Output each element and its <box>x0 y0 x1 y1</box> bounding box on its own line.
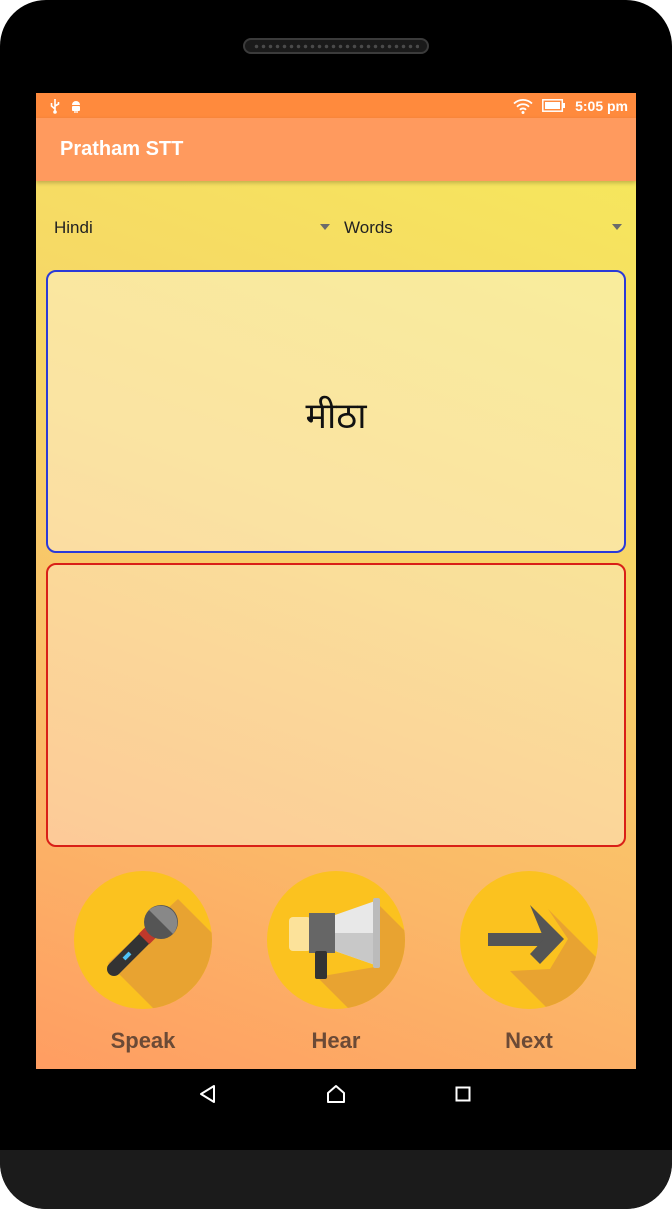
earpiece-speaker <box>243 38 429 54</box>
target-word: मीठा <box>305 396 367 437</box>
target-word-card: मीठा <box>46 270 626 553</box>
app-screen: 5:05 pm Pratham STT Hindi Words मीठा Spe… <box>36 93 636 1069</box>
wifi-icon <box>513 98 533 114</box>
hear-button[interactable] <box>267 871 405 1009</box>
app-bar: Pratham STT <box>36 118 636 181</box>
language-spinner-value: Hindi <box>54 218 93 237</box>
language-spinner[interactable]: Hindi <box>54 213 330 241</box>
mode-spinner-value: Words <box>344 218 393 237</box>
status-time: 5:05 pm <box>575 97 628 114</box>
mode-spinner[interactable]: Words <box>344 213 622 241</box>
arrow-right-icon <box>488 905 598 1009</box>
usb-icon <box>50 98 60 114</box>
speak-label: Speak <box>110 1028 176 1053</box>
dropdown-arrow-icon <box>320 224 330 230</box>
status-bar: 5:05 pm <box>36 93 636 118</box>
navigation-bar <box>36 1069 636 1119</box>
phone-frame: 5:05 pm Pratham STT Hindi Words मीठा Spe… <box>0 0 672 1209</box>
next-button[interactable] <box>460 871 598 1009</box>
dropdown-arrow-icon <box>612 224 622 230</box>
back-icon[interactable] <box>193 1079 223 1109</box>
next-label: Next <box>505 1028 553 1053</box>
hear-label: Hear <box>311 1028 361 1053</box>
recognized-text-card <box>46 563 626 847</box>
phone-chin <box>0 1150 672 1209</box>
speak-button[interactable] <box>74 871 212 1009</box>
android-debug-icon <box>72 100 80 113</box>
home-icon[interactable] <box>321 1079 351 1109</box>
battery-icon <box>542 99 566 112</box>
megaphone-icon <box>289 898 405 1009</box>
recents-icon[interactable] <box>448 1079 478 1109</box>
microphone-icon <box>107 899 212 1009</box>
app-title: Pratham STT <box>60 138 184 160</box>
